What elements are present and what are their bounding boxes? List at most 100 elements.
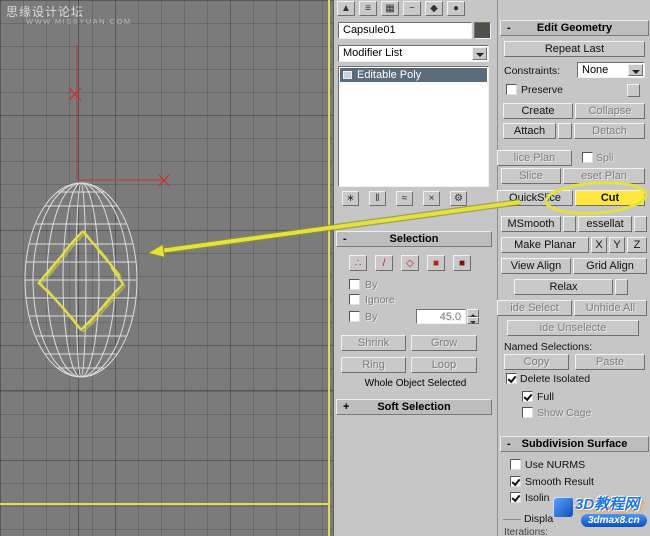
site-logo: 3D教程网 3dmax8.cn bbox=[551, 491, 650, 536]
planar-x-button[interactable]: X bbox=[591, 237, 607, 253]
pin-stack-button[interactable]: ∗ bbox=[342, 191, 359, 206]
configure-modifier-sets-button[interactable]: ⚙ bbox=[450, 191, 467, 206]
attach-list-button[interactable] bbox=[558, 123, 572, 139]
hide-selected-button[interactable]: ide Select bbox=[497, 300, 572, 316]
remove-modifier-button[interactable]: × bbox=[423, 191, 440, 206]
modifier-stack[interactable]: Editable Poly bbox=[338, 66, 489, 187]
by-vertex-checkbox[interactable] bbox=[349, 279, 360, 290]
modifier-list-dropdown[interactable]: Modifier List bbox=[338, 45, 489, 62]
constraints-dropdown[interactable]: None bbox=[577, 62, 645, 78]
edit-geometry-rollout-header[interactable]: - Edit Geometry bbox=[500, 20, 649, 36]
msmooth-settings-button[interactable] bbox=[563, 216, 576, 232]
spinner-up-icon[interactable] bbox=[467, 309, 479, 317]
full-interactivity-checkbox[interactable] bbox=[522, 391, 533, 402]
layer-manager-icon: ▦ bbox=[385, 3, 395, 14]
loop-button[interactable]: Loop bbox=[411, 357, 477, 373]
hide-unselected-button[interactable]: ide Unselecte bbox=[507, 320, 639, 336]
relax-button[interactable]: Relax bbox=[514, 279, 613, 295]
hide-selected-label: ide Select bbox=[510, 302, 559, 314]
layer-manager-button[interactable]: ▦ bbox=[381, 1, 399, 16]
schematic-view-button[interactable]: ◆ bbox=[425, 1, 443, 16]
named-selections-label: Named Selections: bbox=[504, 341, 593, 353]
msmooth-label: MSmooth bbox=[507, 218, 555, 230]
object-name-field[interactable]: Capsule01 bbox=[338, 22, 472, 39]
polygon-mode-button[interactable]: ■ bbox=[427, 255, 445, 271]
by-angle-checkbox[interactable] bbox=[349, 311, 360, 322]
preserve-settings-button[interactable] bbox=[627, 84, 640, 97]
render-icon: ● bbox=[452, 3, 460, 14]
make-planar-button[interactable]: Make Planar bbox=[501, 237, 589, 253]
capsule-object[interactable] bbox=[20, 178, 145, 384]
smooth-result-checkbox[interactable] bbox=[510, 476, 521, 487]
edge-mode-button[interactable]: / bbox=[375, 255, 393, 271]
tessellate-settings-button[interactable] bbox=[634, 216, 647, 232]
paste-button[interactable]: Paste bbox=[575, 354, 645, 370]
soft-selection-rollout-header[interactable]: + Soft Selection bbox=[336, 399, 492, 415]
element-mode-button[interactable]: ■ bbox=[453, 255, 471, 271]
border-mode-button[interactable]: ◇ bbox=[401, 255, 419, 271]
angle-spinner[interactable] bbox=[467, 309, 479, 324]
spinner-down-icon[interactable] bbox=[467, 316, 479, 324]
make-unique-button[interactable]: ≈ bbox=[396, 191, 413, 206]
logo-site-url: 3dmax8.cn bbox=[581, 514, 647, 527]
reset-plane-label: eset Plan bbox=[581, 170, 627, 182]
msmooth-button[interactable]: MSmooth bbox=[501, 216, 561, 232]
curve-editor-button[interactable]: ~ bbox=[403, 1, 421, 16]
quickslice-button[interactable]: QuickSlice bbox=[497, 190, 573, 206]
modifier-list-label: Modifier List bbox=[343, 47, 403, 59]
remove-modifier-icon: × bbox=[428, 193, 435, 204]
schematic-view-icon: ◆ bbox=[430, 3, 438, 14]
detach-button[interactable]: Detach bbox=[574, 123, 645, 139]
create-button[interactable]: Create bbox=[503, 103, 573, 119]
show-cage-label: Show Cage bbox=[537, 407, 592, 419]
curve-editor-icon: ~ bbox=[409, 3, 415, 14]
delete-isolated-checkbox[interactable] bbox=[506, 373, 517, 384]
angle-field[interactable]: 45.0 bbox=[416, 309, 466, 324]
align-tool-button[interactable]: ≡ bbox=[359, 1, 377, 16]
shrink-label: Shrink bbox=[357, 337, 390, 349]
unhide-all-button[interactable]: Unhide All bbox=[574, 300, 647, 316]
show-cage-checkbox[interactable] bbox=[522, 407, 533, 418]
repeat-last-button[interactable]: Repeat Last bbox=[504, 41, 645, 57]
collapse-button[interactable]: Collapse bbox=[575, 103, 645, 119]
split-checkbox[interactable] bbox=[582, 152, 593, 163]
use-nurms-checkbox[interactable] bbox=[510, 459, 521, 470]
stack-item-editable-poly[interactable]: Editable Poly bbox=[340, 68, 487, 82]
reset-plane-button[interactable]: eset Plan bbox=[563, 168, 645, 184]
dropdown-arrow-icon[interactable] bbox=[472, 47, 487, 60]
full-interactivity-label: Full bbox=[537, 391, 554, 403]
tessellate-button[interactable]: essellat bbox=[578, 216, 632, 232]
show-end-result-button[interactable]: ‖ bbox=[369, 191, 386, 206]
smooth-result-label: Smooth Result bbox=[525, 476, 594, 488]
use-nurms-label: Use NURMS bbox=[525, 459, 586, 471]
view-align-button[interactable]: View Align bbox=[501, 258, 571, 274]
display-group-line bbox=[503, 519, 521, 520]
render-button[interactable]: ● bbox=[447, 1, 465, 16]
vertex-mode-button[interactable]: ∴ bbox=[349, 255, 367, 271]
copy-button[interactable]: Copy bbox=[504, 354, 569, 370]
preserve-uvs-checkbox[interactable] bbox=[506, 84, 517, 95]
object-color-swatch[interactable] bbox=[474, 22, 491, 39]
viewport[interactable]: 思缘设计论坛 WWW.MISSYUAN.COM bbox=[0, 0, 333, 536]
planar-z-button[interactable]: Z bbox=[627, 237, 647, 253]
ignore-backfacing-checkbox[interactable] bbox=[349, 294, 360, 305]
cut-button[interactable]: Cut bbox=[575, 190, 645, 206]
relax-settings-button[interactable] bbox=[615, 279, 628, 295]
slice-button[interactable]: Slice bbox=[501, 168, 561, 184]
attach-button[interactable]: Attach bbox=[503, 123, 556, 139]
selection-rollout-header[interactable]: - Selection bbox=[336, 231, 492, 247]
command-panel: ▲ ≡ ▦ ~ ◆ ● Capsule01 Modifier List Edit… bbox=[333, 0, 497, 536]
ring-button[interactable]: Ring bbox=[341, 357, 406, 373]
grow-button[interactable]: Grow bbox=[411, 335, 477, 351]
object-name-value: Capsule01 bbox=[343, 24, 396, 36]
planar-y-button[interactable]: Y bbox=[609, 237, 625, 253]
grid-align-button[interactable]: Grid Align bbox=[573, 258, 647, 274]
shrink-button[interactable]: Shrink bbox=[341, 335, 406, 351]
slice-plane-button[interactable]: lice Plan bbox=[497, 150, 572, 166]
isoline-display-checkbox[interactable] bbox=[510, 492, 521, 503]
subdivision-rollout-header[interactable]: - Subdivision Surface bbox=[500, 436, 649, 452]
mirror-tool-button[interactable]: ▲ bbox=[337, 1, 355, 16]
soft-selection-title: Soft Selection bbox=[377, 401, 451, 413]
slice-label: Slice bbox=[519, 170, 543, 182]
dropdown-arrow-icon[interactable] bbox=[628, 64, 643, 76]
